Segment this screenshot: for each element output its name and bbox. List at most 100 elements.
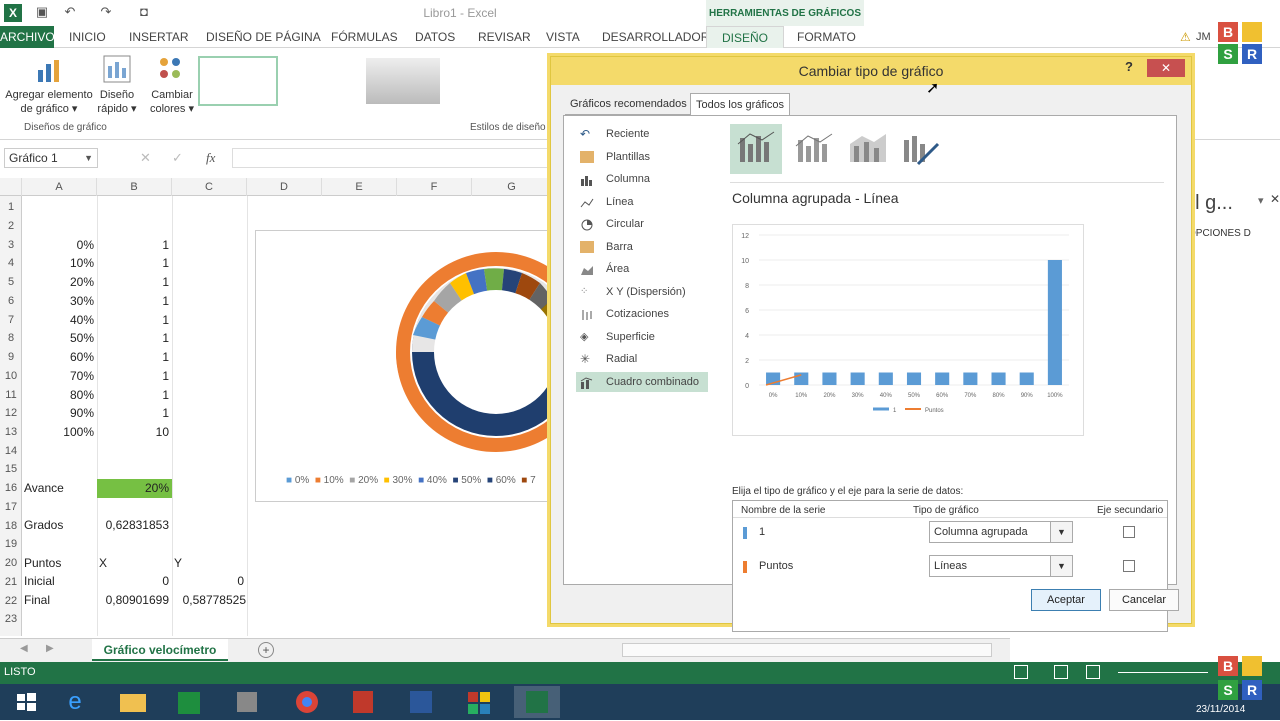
row-header[interactable]: 4 xyxy=(0,254,22,273)
redo-icon[interactable]: ↷ xyxy=(98,4,114,20)
cell-b4[interactable]: 1 xyxy=(99,254,169,273)
ok-button[interactable]: Aceptar xyxy=(1031,589,1101,611)
cell-b9[interactable]: 1 xyxy=(99,348,169,367)
row-header[interactable]: 13 xyxy=(0,423,22,442)
cell-b16[interactable]: 20% xyxy=(97,479,172,498)
name-box[interactable]: Gráfico 1 ▼ xyxy=(4,148,98,168)
next-sheet-icon[interactable]: ▶ xyxy=(46,643,54,654)
row-header[interactable]: 19 xyxy=(0,535,22,554)
row-header[interactable]: 9 xyxy=(0,348,22,367)
tab-inicio[interactable]: INICIO xyxy=(69,26,106,48)
chart-style-2[interactable] xyxy=(366,58,440,104)
category-combo[interactable]: Cuadro combinado xyxy=(576,372,708,392)
cell-a8[interactable]: 50% xyxy=(24,329,94,348)
add-chart-element-button[interactable]: Agregar elemento de gráfico ▾ xyxy=(2,88,96,116)
category-circular[interactable]: Circular xyxy=(576,214,708,234)
cell-a6[interactable]: 30% xyxy=(24,292,94,311)
category-superficie[interactable]: ◈ Superficie xyxy=(576,327,708,347)
cell-b10[interactable]: 1 xyxy=(99,367,169,386)
user-name[interactable]: JM xyxy=(1196,26,1211,48)
pdf-reader-icon[interactable] xyxy=(340,686,386,718)
normal-view-icon[interactable] xyxy=(1014,665,1028,679)
cell-a18[interactable]: Grados xyxy=(24,516,94,535)
insert-function-icon[interactable]: fx xyxy=(206,150,215,166)
cell-a5[interactable]: 20% xyxy=(24,273,94,292)
series-1-type-select[interactable]: Columna agrupada ▼ xyxy=(929,521,1073,543)
row-header[interactable]: 12 xyxy=(0,404,22,423)
cell-c21[interactable]: 0 xyxy=(174,572,244,591)
column-header[interactable]: B xyxy=(97,178,172,196)
file-explorer-icon[interactable] xyxy=(110,686,156,718)
save-icon[interactable]: ▣ xyxy=(34,4,50,20)
subtype-custom-combo[interactable] xyxy=(896,124,948,174)
subtype-stacked-area-column[interactable] xyxy=(842,124,894,174)
cell-a16[interactable]: Avance xyxy=(24,479,94,498)
category-linea[interactable]: Línea xyxy=(576,192,708,212)
cancel-button[interactable]: Cancelar xyxy=(1109,589,1179,611)
row-header[interactable]: 8 xyxy=(0,329,22,348)
row-header[interactable]: 22 xyxy=(0,592,22,611)
row-header[interactable]: 21 xyxy=(0,573,22,592)
cell-b21[interactable]: 0 xyxy=(99,572,169,591)
cancel-formula-icon[interactable]: ✕ xyxy=(140,150,151,166)
tab-revisar[interactable]: REVISAR xyxy=(478,26,531,48)
row-header[interactable]: 6 xyxy=(0,292,22,311)
chrome-icon[interactable] xyxy=(284,686,330,718)
cell-a11[interactable]: 80% xyxy=(24,386,94,405)
pane-close-icon[interactable]: ✕ xyxy=(1270,192,1280,206)
row-header[interactable]: 7 xyxy=(0,311,22,330)
chart-style-1[interactable] xyxy=(198,56,278,106)
help-icon[interactable]: ? xyxy=(1125,59,1139,79)
cell-b7[interactable]: 1 xyxy=(99,311,169,330)
close-icon[interactable]: ✕ xyxy=(1147,59,1185,77)
column-header[interactable]: G xyxy=(472,178,552,196)
row-header[interactable]: 11 xyxy=(0,386,22,405)
app-icon[interactable] xyxy=(224,686,270,718)
word-icon[interactable] xyxy=(398,686,444,718)
column-header[interactable]: A xyxy=(22,178,97,196)
camera-icon[interactable]: ◘ xyxy=(136,4,152,20)
cell-b5[interactable]: 1 xyxy=(99,273,169,292)
tab-desarrollador[interactable]: DESARROLLADOR xyxy=(602,26,709,48)
row-header[interactable]: 1 xyxy=(0,198,22,217)
row-header[interactable]: 17 xyxy=(0,498,22,517)
tab-datos[interactable]: DATOS xyxy=(415,26,455,48)
chevron-down-icon[interactable]: ▼ xyxy=(84,149,93,167)
formula-input[interactable] xyxy=(232,148,552,168)
add-sheet-icon[interactable]: + xyxy=(258,642,274,658)
category-area[interactable]: Área xyxy=(576,259,708,279)
chevron-down-icon[interactable]: ▼ xyxy=(1050,522,1072,542)
undo-icon[interactable]: ↶ xyxy=(62,4,78,20)
series-2-type-select[interactable]: Líneas ▼ xyxy=(929,555,1073,577)
horizontal-scrollbar[interactable] xyxy=(622,643,992,657)
windows-start-icon[interactable] xyxy=(4,686,50,718)
internet-explorer-icon[interactable]: e xyxy=(52,686,98,718)
column-header[interactable]: C xyxy=(172,178,247,196)
cell-b12[interactable]: 1 xyxy=(99,404,169,423)
cell-a21[interactable]: Inicial xyxy=(24,572,94,591)
cell-b8[interactable]: 1 xyxy=(99,329,169,348)
cell-b3[interactable]: 1 xyxy=(99,236,169,255)
confirm-formula-icon[interactable]: ✓ xyxy=(172,150,183,166)
subtype-column-line-secondary[interactable] xyxy=(788,124,840,174)
cell-b6[interactable]: 1 xyxy=(99,292,169,311)
cell-b20[interactable]: X xyxy=(99,554,169,573)
row-header[interactable]: 10 xyxy=(0,367,22,386)
tab-archivo[interactable]: ARCHIVO xyxy=(0,26,55,48)
cell-a4[interactable]: 10% xyxy=(24,254,94,273)
cell-b13[interactable]: 10 xyxy=(99,423,169,442)
row-header[interactable]: 5 xyxy=(0,273,22,292)
zoom-slider[interactable] xyxy=(1118,672,1208,673)
cell-a10[interactable]: 70% xyxy=(24,367,94,386)
category-reciente[interactable]: ↶ Reciente xyxy=(576,124,708,144)
column-header[interactable]: E xyxy=(322,178,397,196)
row-header[interactable]: 20 xyxy=(0,554,22,573)
category-dispersion[interactable]: ⁘ X Y (Dispersión) xyxy=(576,282,708,302)
series-2-secondary-checkbox[interactable] xyxy=(1123,560,1135,572)
pane-options-tab[interactable]: OPCIONES D xyxy=(1188,228,1251,239)
row-header[interactable]: 23 xyxy=(0,610,22,629)
row-header[interactable]: 18 xyxy=(0,517,22,536)
tab-vista[interactable]: VISTA xyxy=(546,26,580,48)
category-barra[interactable]: Barra xyxy=(576,237,708,257)
tab-diseno-pagina[interactable]: DISEÑO DE PÁGINA xyxy=(206,26,321,48)
